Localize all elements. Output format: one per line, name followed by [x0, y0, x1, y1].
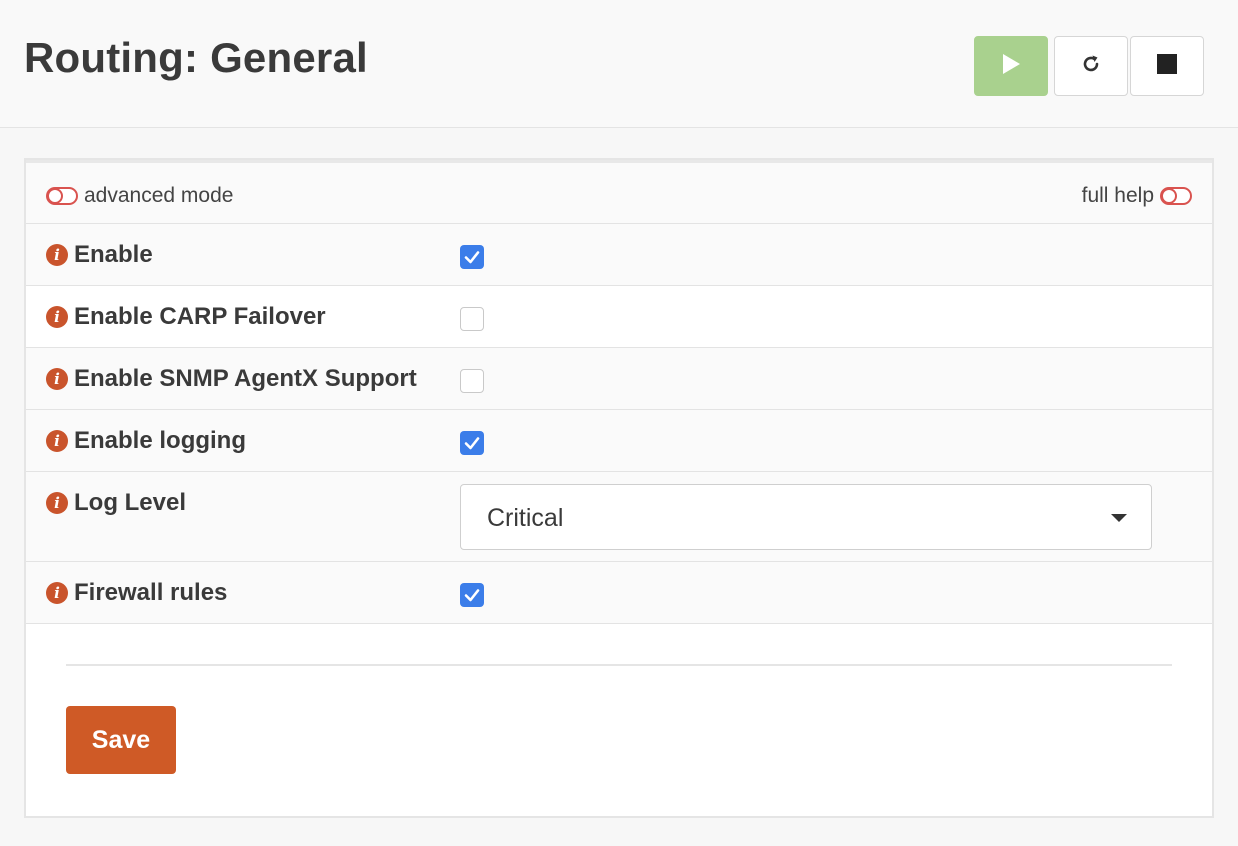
- field-label: i Firewall rules: [46, 579, 227, 607]
- field-label-text: Firewall rules: [74, 579, 228, 606]
- enable-checkbox[interactable]: [460, 245, 484, 269]
- full-help-toggle[interactable]: full help: [1082, 184, 1192, 208]
- logging-checkbox[interactable]: [460, 431, 484, 455]
- field-label-text: Enable logging: [74, 427, 246, 454]
- field-label: i Enable SNMP AgentX Support: [46, 365, 417, 393]
- field-row-carp-failover: i Enable CARP Failover: [26, 286, 1212, 348]
- field-label-text: Enable: [74, 241, 153, 268]
- start-service-button[interactable]: [974, 36, 1048, 96]
- info-icon[interactable]: i: [46, 430, 68, 452]
- caret-down-icon: [1111, 514, 1127, 522]
- info-icon[interactable]: i: [46, 306, 68, 328]
- carp-failover-checkbox[interactable]: [460, 307, 484, 331]
- field-label: i Enable logging: [46, 427, 246, 455]
- page-header: Routing: General: [0, 0, 1238, 128]
- advanced-mode-toggle[interactable]: advanced mode: [46, 184, 233, 208]
- toggle-off-icon: [46, 187, 78, 205]
- field-label: i Enable CARP Failover: [46, 303, 326, 331]
- field-row-enable: i Enable: [26, 224, 1212, 286]
- page-title: Routing: General: [24, 34, 368, 81]
- field-label-text: Enable SNMP AgentX Support: [74, 365, 417, 392]
- field-label-text: Enable CARP Failover: [74, 303, 326, 330]
- info-icon[interactable]: i: [46, 244, 68, 266]
- full-help-label: full help: [1081, 184, 1154, 207]
- mode-bar: advanced mode full help: [26, 160, 1212, 224]
- log-level-value: Critical: [487, 504, 564, 532]
- firewall-rules-checkbox[interactable]: [460, 583, 484, 607]
- field-row-firewall-rules: i Firewall rules: [26, 562, 1212, 624]
- snmp-agentx-checkbox[interactable]: [460, 369, 484, 393]
- stop-icon: [1157, 53, 1177, 79]
- field-row-snmp-agentx: i Enable SNMP AgentX Support: [26, 348, 1212, 410]
- field-label: i Log Level: [46, 489, 186, 517]
- restart-service-button[interactable]: [1054, 36, 1128, 96]
- info-icon[interactable]: i: [46, 492, 68, 514]
- play-icon: [1001, 53, 1021, 80]
- log-level-select[interactable]: Critical: [460, 484, 1152, 550]
- field-row-log-level: i Log Level Critical: [26, 472, 1212, 562]
- field-label: i Enable: [46, 241, 153, 269]
- refresh-icon: [1080, 53, 1102, 80]
- divider: [66, 664, 1172, 666]
- advanced-mode-label: advanced mode: [84, 184, 234, 207]
- save-button[interactable]: Save: [66, 706, 176, 774]
- settings-panel: advanced mode full help i Enable i Enabl…: [24, 158, 1214, 818]
- toggle-off-icon: [1160, 187, 1192, 205]
- stop-service-button[interactable]: [1130, 36, 1204, 96]
- info-icon[interactable]: i: [46, 582, 68, 604]
- field-label-text: Log Level: [74, 489, 187, 516]
- field-row-logging: i Enable logging: [26, 410, 1212, 472]
- info-icon[interactable]: i: [46, 368, 68, 390]
